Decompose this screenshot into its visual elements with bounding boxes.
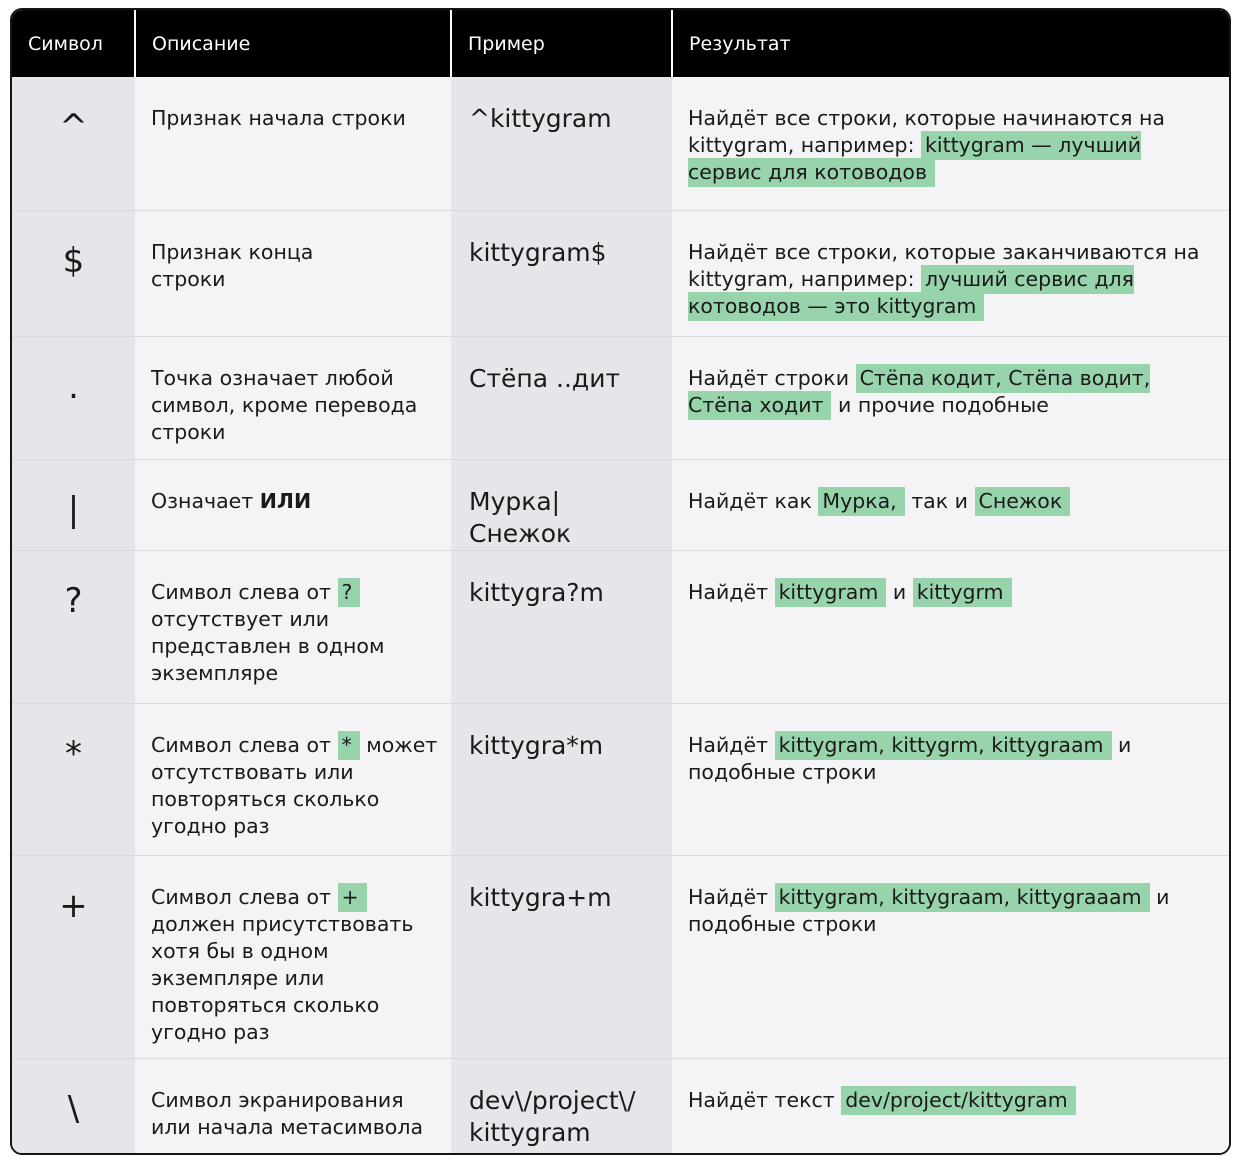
description-text: Символ слева от — [151, 732, 331, 757]
regex-table: Символ Описание Пример Результат ^ Призн… — [10, 8, 1231, 1155]
description-line: строки — [151, 419, 226, 444]
highlighted-match: kittygram, kittygrm, kittygraam — [774, 730, 1112, 760]
table-header: Символ Описание Пример Результат — [12, 10, 1229, 77]
example-line: kittygram — [469, 1117, 591, 1147]
highlighted-symbol: * — [337, 730, 360, 760]
example-cell: kittygra+m — [451, 854, 672, 1058]
symbol-cell: ? — [12, 549, 135, 703]
description-cell: Символ слева от ? отсутствует или предст… — [135, 549, 451, 703]
description-text: Символ слева от — [151, 579, 331, 604]
description-line: Признак конца — [151, 239, 314, 264]
highlighted-match: kittygram, kittygraam, kittygraaam — [774, 882, 1150, 912]
result-text: Найдёт — [688, 579, 769, 604]
regex-reference-table: Символ Описание Пример Результат ^ Призн… — [12, 10, 1229, 1153]
description-line: должен присутствовать — [151, 911, 414, 936]
result-text: Найдёт как — [688, 488, 812, 513]
description-line: представлен в одном — [151, 633, 385, 658]
symbol-cell: | — [12, 458, 135, 550]
result-cell: Найдёт все строки, которые заканчиваются… — [672, 209, 1229, 336]
table-row: + Символ слева от + должен присутствоват… — [12, 854, 1229, 1058]
table-row: * Символ слева от * может отсутствовать … — [12, 702, 1229, 855]
highlighted-match: Снежок — [974, 486, 1071, 516]
table-row: ? Символ слева от ? отсутствует или пред… — [12, 549, 1229, 703]
description-bold: ИЛИ — [259, 488, 312, 513]
highlighted-symbol: + — [337, 882, 367, 912]
result-text: и прочие подобные — [838, 392, 1049, 417]
header-result: Результат — [671, 10, 1229, 77]
result-cell: Найдёт kittygram, kittygraam, kittygraaa… — [672, 854, 1229, 1058]
description-line: экземпляре — [151, 660, 279, 685]
description-line: хотя бы в одном — [151, 938, 329, 963]
symbol-cell: \ — [12, 1057, 135, 1153]
example-cell: kittygram$ — [451, 209, 672, 336]
description-line: символ, кроме перевода — [151, 392, 418, 417]
highlighted-match: kittygram — [774, 577, 887, 607]
description-line: отсутствовать или — [151, 759, 354, 784]
example-cell: Мурка|Снежок — [451, 458, 672, 550]
example-cell: Стёпа ..дит — [451, 335, 672, 459]
table-row: ^ Признак начала строки ^kittygram Найдё… — [12, 77, 1229, 210]
result-text: так и — [911, 488, 968, 513]
description-text: Означает — [151, 488, 254, 513]
result-cell: Найдёт строки Стёпа кодит, Стёпа водит, … — [672, 335, 1229, 459]
description-line: угодно раз — [151, 1019, 270, 1044]
description-line: строки — [151, 266, 226, 291]
description-cell: Означает ИЛИ — [135, 458, 451, 550]
description-line: угодно раз — [151, 813, 270, 838]
example-cell: kittygra?m — [451, 549, 672, 703]
description-line: повторяться сколько — [151, 786, 380, 811]
result-text: Найдёт текст — [688, 1087, 835, 1112]
highlighted-symbol: ? — [337, 577, 361, 607]
highlighted-match: kittygrm — [912, 577, 1012, 607]
header-symbol: Символ — [12, 10, 135, 77]
highlighted-match: dev/project/kittygram — [841, 1085, 1076, 1115]
result-cell: Найдёт kittygram и kittygrm — [672, 549, 1229, 703]
result-text: Найдёт — [688, 732, 769, 757]
description-cell: Признак конца строки — [135, 209, 451, 336]
example-cell: kittygra*m — [451, 702, 672, 855]
description-line: повторяться сколько — [151, 992, 380, 1017]
table-row: | Означает ИЛИ Мурка|Снежок Найдёт как М… — [12, 458, 1229, 550]
description-cell: Символ слева от * может отсутствовать ил… — [135, 702, 451, 855]
header-description: Описание — [134, 10, 451, 77]
highlighted-match: Мурка, — [818, 486, 905, 516]
table-row: \ Символ экранирования или начала метаси… — [12, 1057, 1229, 1153]
description-cell: Символ слева от + должен присутствовать … — [135, 854, 451, 1058]
symbol-cell: * — [12, 702, 135, 855]
symbol-cell: ^ — [12, 77, 135, 210]
example-cell: ^kittygram — [451, 77, 672, 210]
symbol-cell: + — [12, 854, 135, 1058]
table-row: $ Признак конца строки kittygram$ Найдёт… — [12, 209, 1229, 336]
header-example: Пример — [450, 10, 672, 77]
table-row: . Точка означает любой символ, кроме пер… — [12, 335, 1229, 459]
description-text: Признак начала строки — [151, 106, 406, 130]
description-line: Точка означает любой — [151, 365, 394, 390]
description-line: или начала метасимвола — [151, 1114, 424, 1139]
symbol-cell: . — [12, 335, 135, 459]
description-line: экземпляре или — [151, 965, 325, 990]
description-line: Символ экранирования — [151, 1087, 404, 1112]
description-cell: Символ экранирования или начала метасимв… — [135, 1057, 451, 1153]
result-cell: Найдёт kittygram, kittygrm, kittygraam и… — [672, 702, 1229, 855]
result-cell: Найдёт все строки, которые начинаются на… — [672, 77, 1229, 210]
description-cell: Точка означает любой символ, кроме перев… — [135, 335, 451, 459]
example-cell: dev\/project\/ kittygram — [451, 1057, 672, 1153]
description-line: отсутствует или — [151, 606, 330, 631]
result-cell: Найдёт как Мурка, так и Снежок — [672, 458, 1229, 550]
description-cell: Признак начала строки — [135, 77, 451, 210]
result-text: Найдёт — [688, 884, 769, 909]
result-text: и — [892, 579, 907, 604]
description-text: может — [366, 732, 438, 757]
example-line: dev\/project\/ — [469, 1085, 636, 1115]
symbol-cell: $ — [12, 209, 135, 336]
result-text: Найдёт строки — [688, 365, 850, 390]
description-text: Символ слева от — [151, 884, 331, 909]
result-cell: Найдёт текст dev/project/kittygram — [672, 1057, 1229, 1153]
